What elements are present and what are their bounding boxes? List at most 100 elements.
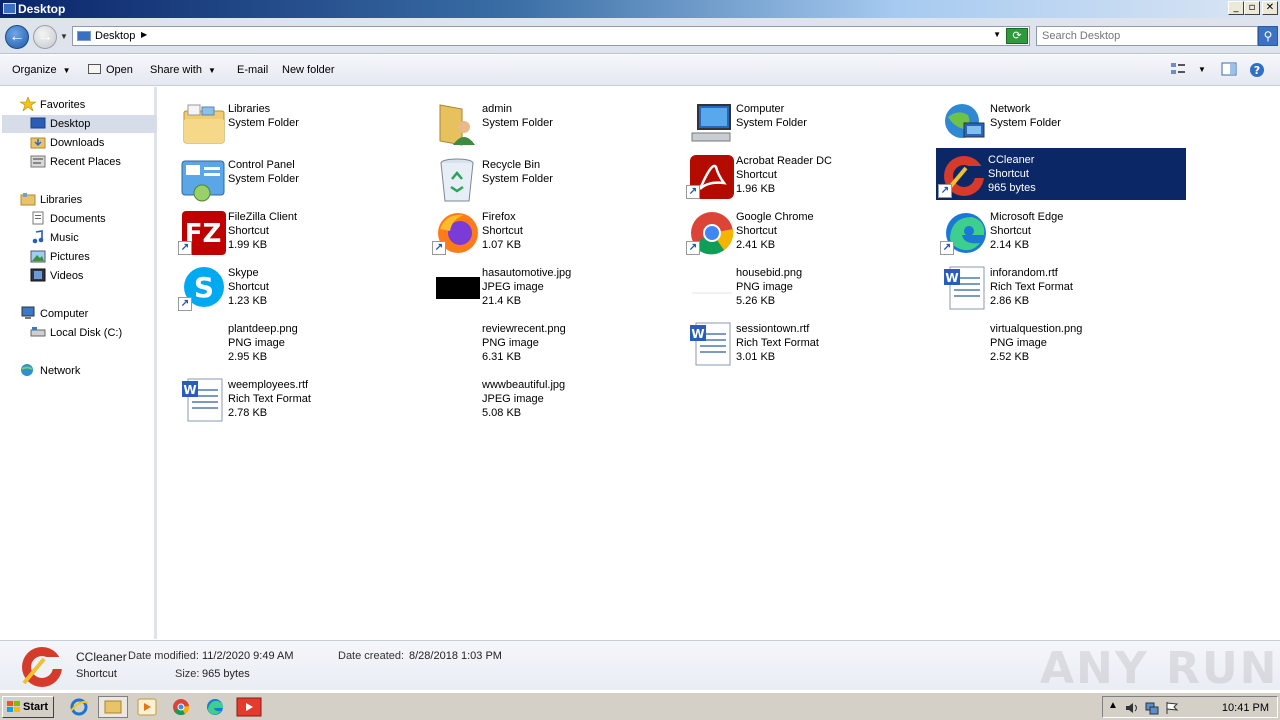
- png-thumbnail-icon: [942, 321, 988, 367]
- file-type: Shortcut: [736, 169, 777, 181]
- shortcut-arrow-icon: ↗: [686, 241, 700, 255]
- anyrun-taskbar-icon[interactable]: [236, 697, 262, 717]
- file-item-control-panel[interactable]: Control Panel System Folder: [176, 153, 426, 205]
- search-box[interactable]: [1036, 26, 1258, 46]
- help-icon[interactable]: ?: [1249, 62, 1265, 78]
- nav-music-label: Music: [50, 232, 79, 244]
- file-item-inforandom-rtf[interactable]: W inforandom.rtf Rich Text Format 2.86 K…: [938, 261, 1188, 313]
- nav-favorites[interactable]: Favorites: [20, 96, 150, 114]
- address-box[interactable]: Desktop ▶ ▼ ⟳: [72, 26, 1030, 46]
- file-item-acrobat-reader-dc[interactable]: ↗ Acrobat Reader DC Shortcut 1.96 KB: [684, 149, 934, 201]
- libraries-icon: [20, 193, 36, 206]
- file-item-sessiontown-rtf[interactable]: W sessiontown.rtf Rich Text Format 3.01 …: [684, 317, 934, 369]
- speaker-icon[interactable]: [1125, 701, 1139, 715]
- nav-videos[interactable]: Videos: [30, 267, 150, 285]
- nav-downloads[interactable]: Downloads: [30, 134, 150, 152]
- view-dropdown-icon[interactable]: ▼: [1198, 65, 1206, 74]
- close-button[interactable]: ✕: [1262, 1, 1278, 15]
- open-button[interactable]: Open: [88, 64, 133, 76]
- nav-music[interactable]: Music: [30, 229, 150, 247]
- edge-taskbar-icon[interactable]: [204, 697, 226, 717]
- file-name: virtualquestion.png: [990, 323, 1083, 335]
- action-center-flag-icon[interactable]: [1165, 701, 1179, 715]
- show-hidden-icons-icon[interactable]: ▲: [1108, 700, 1118, 711]
- maximize-button[interactable]: ▫: [1244, 1, 1260, 15]
- file-type: Rich Text Format: [736, 337, 819, 349]
- file-item-admin[interactable]: admin System Folder: [430, 97, 680, 149]
- refresh-button[interactable]: ⟳: [1006, 28, 1028, 44]
- file-item-hasautomotive-jpg[interactable]: hasautomotive.jpg JPEG image 21.4 KB: [430, 261, 680, 313]
- clock[interactable]: 10:41 PM: [1222, 702, 1269, 714]
- share-with-button[interactable]: Share with ▼: [150, 64, 216, 76]
- internet-explorer-icon[interactable]: [68, 697, 90, 717]
- start-button[interactable]: Start: [2, 696, 54, 718]
- file-item-recycle-bin[interactable]: Recycle Bin System Folder: [430, 153, 680, 205]
- media-player-icon[interactable]: [136, 697, 158, 717]
- file-item-housebid-png[interactable]: housebid.png PNG image 5.26 KB: [684, 261, 934, 313]
- file-explorer-taskbar-icon[interactable]: [98, 696, 128, 718]
- forward-button[interactable]: →: [33, 25, 57, 49]
- file-item-libraries[interactable]: Libraries System Folder: [176, 97, 426, 149]
- file-item-wwwbeautiful-jpg[interactable]: wwwbeautiful.jpg JPEG image 5.08 KB: [430, 373, 680, 425]
- file-item-microsoft-edge[interactable]: ↗ Microsoft Edge Shortcut 2.14 KB: [938, 205, 1188, 257]
- nav-desktop[interactable]: Desktop: [2, 115, 157, 133]
- file-item-ccleaner[interactable]: ↗ CCleaner Shortcut 965 bytes: [936, 148, 1186, 200]
- file-item-skype[interactable]: S ↗ Skype Shortcut 1.23 KB: [176, 261, 426, 313]
- details-size-value: 965 bytes: [202, 668, 250, 680]
- search-icon[interactable]: ⚲: [1258, 26, 1278, 46]
- windows-logo-icon: [7, 701, 20, 712]
- breadcrumb-desktop[interactable]: Desktop: [95, 30, 135, 42]
- network-tray-icon[interactable]: [1145, 701, 1159, 715]
- nav-network[interactable]: Network: [20, 362, 150, 380]
- search-input[interactable]: [1037, 27, 1247, 45]
- file-size: 6.31 KB: [482, 351, 522, 363]
- file-size: 5.08 KB: [482, 407, 522, 419]
- nav-local-disk[interactable]: Local Disk (C:): [30, 324, 150, 342]
- file-item-firefox[interactable]: ↗ Firefox Shortcut 1.07 KB: [430, 205, 680, 257]
- file-name: plantdeep.png: [228, 323, 298, 335]
- navigation-pane: Favorites Desktop Downloads Recent Place…: [0, 87, 157, 639]
- file-item-plantdeep-png[interactable]: plantdeep.png PNG image 2.95 KB: [176, 317, 426, 369]
- file-item-filezilla-client[interactable]: FZ ↗ FileZilla Client Shortcut 1.99 KB: [176, 205, 426, 257]
- file-name: Skype: [228, 267, 259, 279]
- wordpad-document-icon: W: [944, 266, 985, 310]
- open-icon: [88, 64, 101, 74]
- email-button[interactable]: E-mail: [237, 64, 268, 76]
- back-button[interactable]: ←: [5, 25, 29, 49]
- nav-recent-places[interactable]: Recent Places: [30, 153, 150, 171]
- window-title: Desktop: [18, 2, 66, 16]
- view-options-icon[interactable]: [1170, 62, 1186, 76]
- nav-libraries[interactable]: Libraries: [20, 191, 150, 209]
- file-name: wwwbeautiful.jpg: [482, 379, 566, 391]
- address-dropdown-icon[interactable]: ▼: [993, 30, 1001, 39]
- file-type: System Folder: [228, 117, 299, 129]
- recent-pages-dropdown-icon[interactable]: ▼: [60, 32, 68, 41]
- downloads-folder-icon: [30, 137, 46, 149]
- nav-documents-label: Documents: [50, 213, 106, 225]
- minimize-button[interactable]: _: [1228, 1, 1244, 15]
- network-icon: [945, 104, 985, 138]
- breadcrumb-chevron-icon[interactable]: ▶: [141, 30, 147, 39]
- file-item-computer[interactable]: Computer System Folder: [684, 97, 934, 149]
- nav-pictures[interactable]: Pictures: [30, 248, 150, 266]
- file-item-virtualquestion-png[interactable]: virtualquestion.png PNG image 2.52 KB: [938, 317, 1188, 369]
- file-item-reviewrecent-png[interactable]: reviewrecent.png PNG image 6.31 KB: [430, 317, 680, 369]
- file-name: Google Chrome: [736, 211, 814, 223]
- nav-computer[interactable]: Computer: [20, 305, 150, 323]
- file-item-network[interactable]: Network System Folder: [938, 97, 1188, 149]
- nav-documents[interactable]: Documents: [30, 210, 150, 228]
- new-folder-button[interactable]: New folder: [282, 64, 335, 76]
- file-item-google-chrome[interactable]: ↗ Google Chrome Shortcut 2.41 KB: [684, 205, 934, 257]
- file-name: Recycle Bin: [482, 159, 541, 171]
- local-disk-icon: [30, 327, 46, 337]
- preview-pane-icon[interactable]: [1221, 62, 1237, 76]
- shortcut-arrow-icon: ↗: [938, 184, 952, 198]
- chrome-taskbar-icon[interactable]: [170, 697, 192, 717]
- window-icon: [3, 3, 16, 14]
- file-type: System Folder: [482, 173, 553, 185]
- organize-button[interactable]: Organize ▼: [12, 64, 71, 76]
- file-item-weemployees-rtf[interactable]: W weemployees.rtf Rich Text Format 2.78 …: [176, 373, 426, 425]
- file-size: 1.23 KB: [228, 295, 268, 307]
- file-type: Shortcut: [482, 225, 523, 237]
- organize-label: Organize: [12, 64, 57, 76]
